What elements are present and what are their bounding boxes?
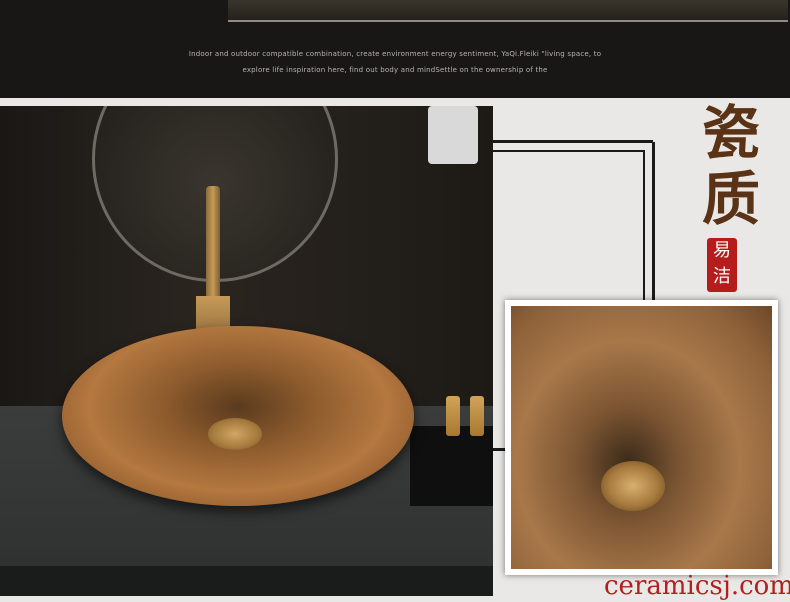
red-seal: 易 洁	[707, 238, 737, 292]
ceramic-basin	[62, 326, 414, 506]
cabinet	[0, 566, 493, 596]
decor-line	[493, 140, 653, 143]
soap-dispenser	[428, 106, 478, 164]
banner-text-line1: Indoor and outdoor compatible combinatio…	[188, 50, 602, 58]
decor-line	[493, 448, 505, 451]
title-char: 质	[701, 165, 760, 233]
bottle	[470, 396, 484, 436]
top-banner: Indoor and outdoor compatible combinatio…	[0, 0, 790, 98]
top-photo-edge	[228, 0, 788, 22]
decor-line	[643, 150, 645, 300]
title-char: 瓷	[701, 99, 760, 167]
main-product-photo	[0, 106, 493, 596]
decor-line	[493, 150, 643, 152]
decor-line	[652, 142, 655, 300]
watermark: ceramicsj.com	[604, 571, 790, 601]
basin-detail-photo	[511, 306, 772, 569]
seal-char: 易	[713, 240, 731, 261]
basin-drain	[208, 418, 262, 450]
detail-photo-frame	[505, 300, 778, 575]
seal-char: 洁	[713, 266, 731, 287]
bottle	[446, 396, 460, 436]
towel-tray	[410, 426, 493, 506]
faucet	[206, 186, 220, 306]
drain-detail	[601, 461, 665, 511]
banner-text-line2: explore life inspiration here, find out …	[242, 66, 548, 74]
page-title: 瓷 质	[686, 100, 776, 232]
